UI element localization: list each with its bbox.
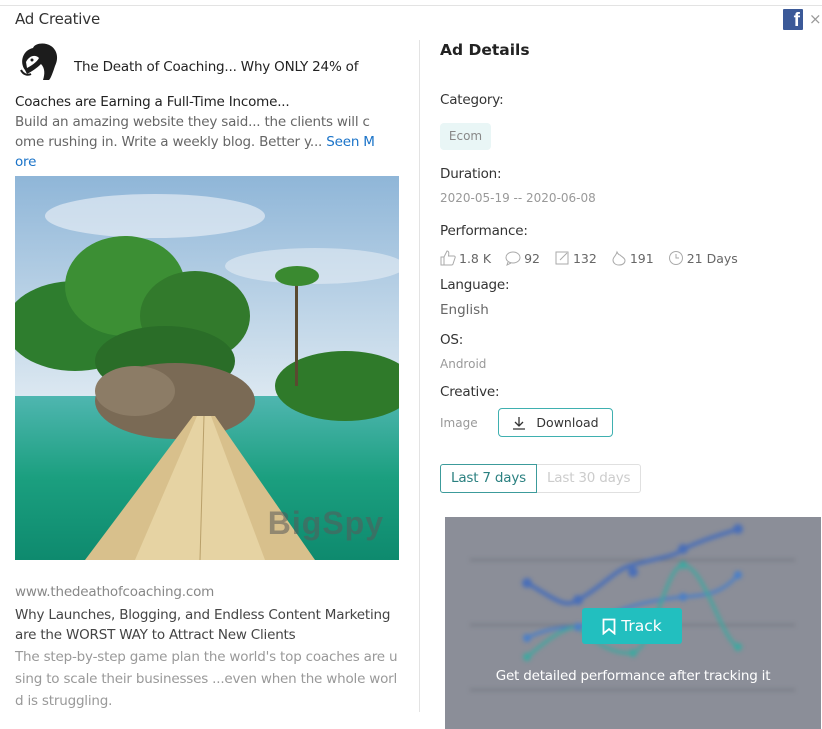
flame-icon (612, 250, 626, 266)
comments-stat: 92 (505, 250, 540, 266)
track-hint: Get detailed performance after tracking … (495, 668, 771, 684)
language-label: Language: (440, 277, 510, 293)
comment-icon (505, 251, 521, 266)
clock-icon (668, 251, 683, 265)
duration-label: Duration: (440, 166, 502, 182)
link-title: Why Launches, Blogging, and Endless Cont… (15, 607, 391, 643)
reactions-stat: 191 (611, 250, 654, 266)
column-divider (419, 40, 420, 712)
tab-last-30-days[interactable]: Last 30 days (536, 464, 642, 493)
language-value: English (440, 302, 489, 318)
image-watermark: BigSpy (267, 505, 384, 541)
shares-stat: 132 (554, 250, 597, 266)
ad-description-text: Build an amazing website they said... th… (15, 114, 370, 150)
site-url: www.thedeathofcoaching.com (15, 584, 215, 600)
range-tabs: Last 7 days Last 30 days (440, 464, 642, 493)
link-description: The step-by-step game plan the world's t… (15, 649, 398, 709)
close-icon[interactable]: × (809, 12, 822, 28)
ad-creative-title: Ad Creative (15, 10, 100, 28)
bookmark-icon (602, 618, 616, 635)
track-button[interactable]: Track (582, 608, 682, 644)
likes-stat: 1.8 K (440, 250, 491, 266)
download-button[interactable]: Download (498, 408, 613, 437)
category-tag: Ecom (440, 123, 491, 150)
duration-stat: 21 Days (668, 250, 738, 266)
category-label: Category: (440, 92, 504, 108)
tab-last-7-days[interactable]: Last 7 days (440, 464, 537, 493)
os-value: Android (440, 357, 487, 371)
ad-headline: The Death of Coaching... Why ONLY 24% of… (15, 59, 359, 110)
performance-stats: 1.8 K 92 132 191 21 Days (440, 250, 752, 266)
thumbs-up-icon (440, 250, 456, 266)
duration-value: 2020-05-19 -- 2020-06-08 (440, 191, 596, 205)
performance-label: Performance: (440, 223, 528, 239)
os-label: OS: (440, 332, 464, 348)
share-icon (555, 251, 569, 265)
creative-type: Image (440, 416, 478, 430)
ad-creative-image: BigSpy (15, 176, 399, 560)
creative-label: Creative: (440, 384, 500, 400)
top-divider (0, 5, 822, 6)
ad-details-title: Ad Details (440, 41, 530, 59)
download-icon (513, 416, 526, 430)
facebook-icon: f (783, 9, 803, 31)
ad-description: Build an amazing website they said... th… (15, 112, 375, 172)
